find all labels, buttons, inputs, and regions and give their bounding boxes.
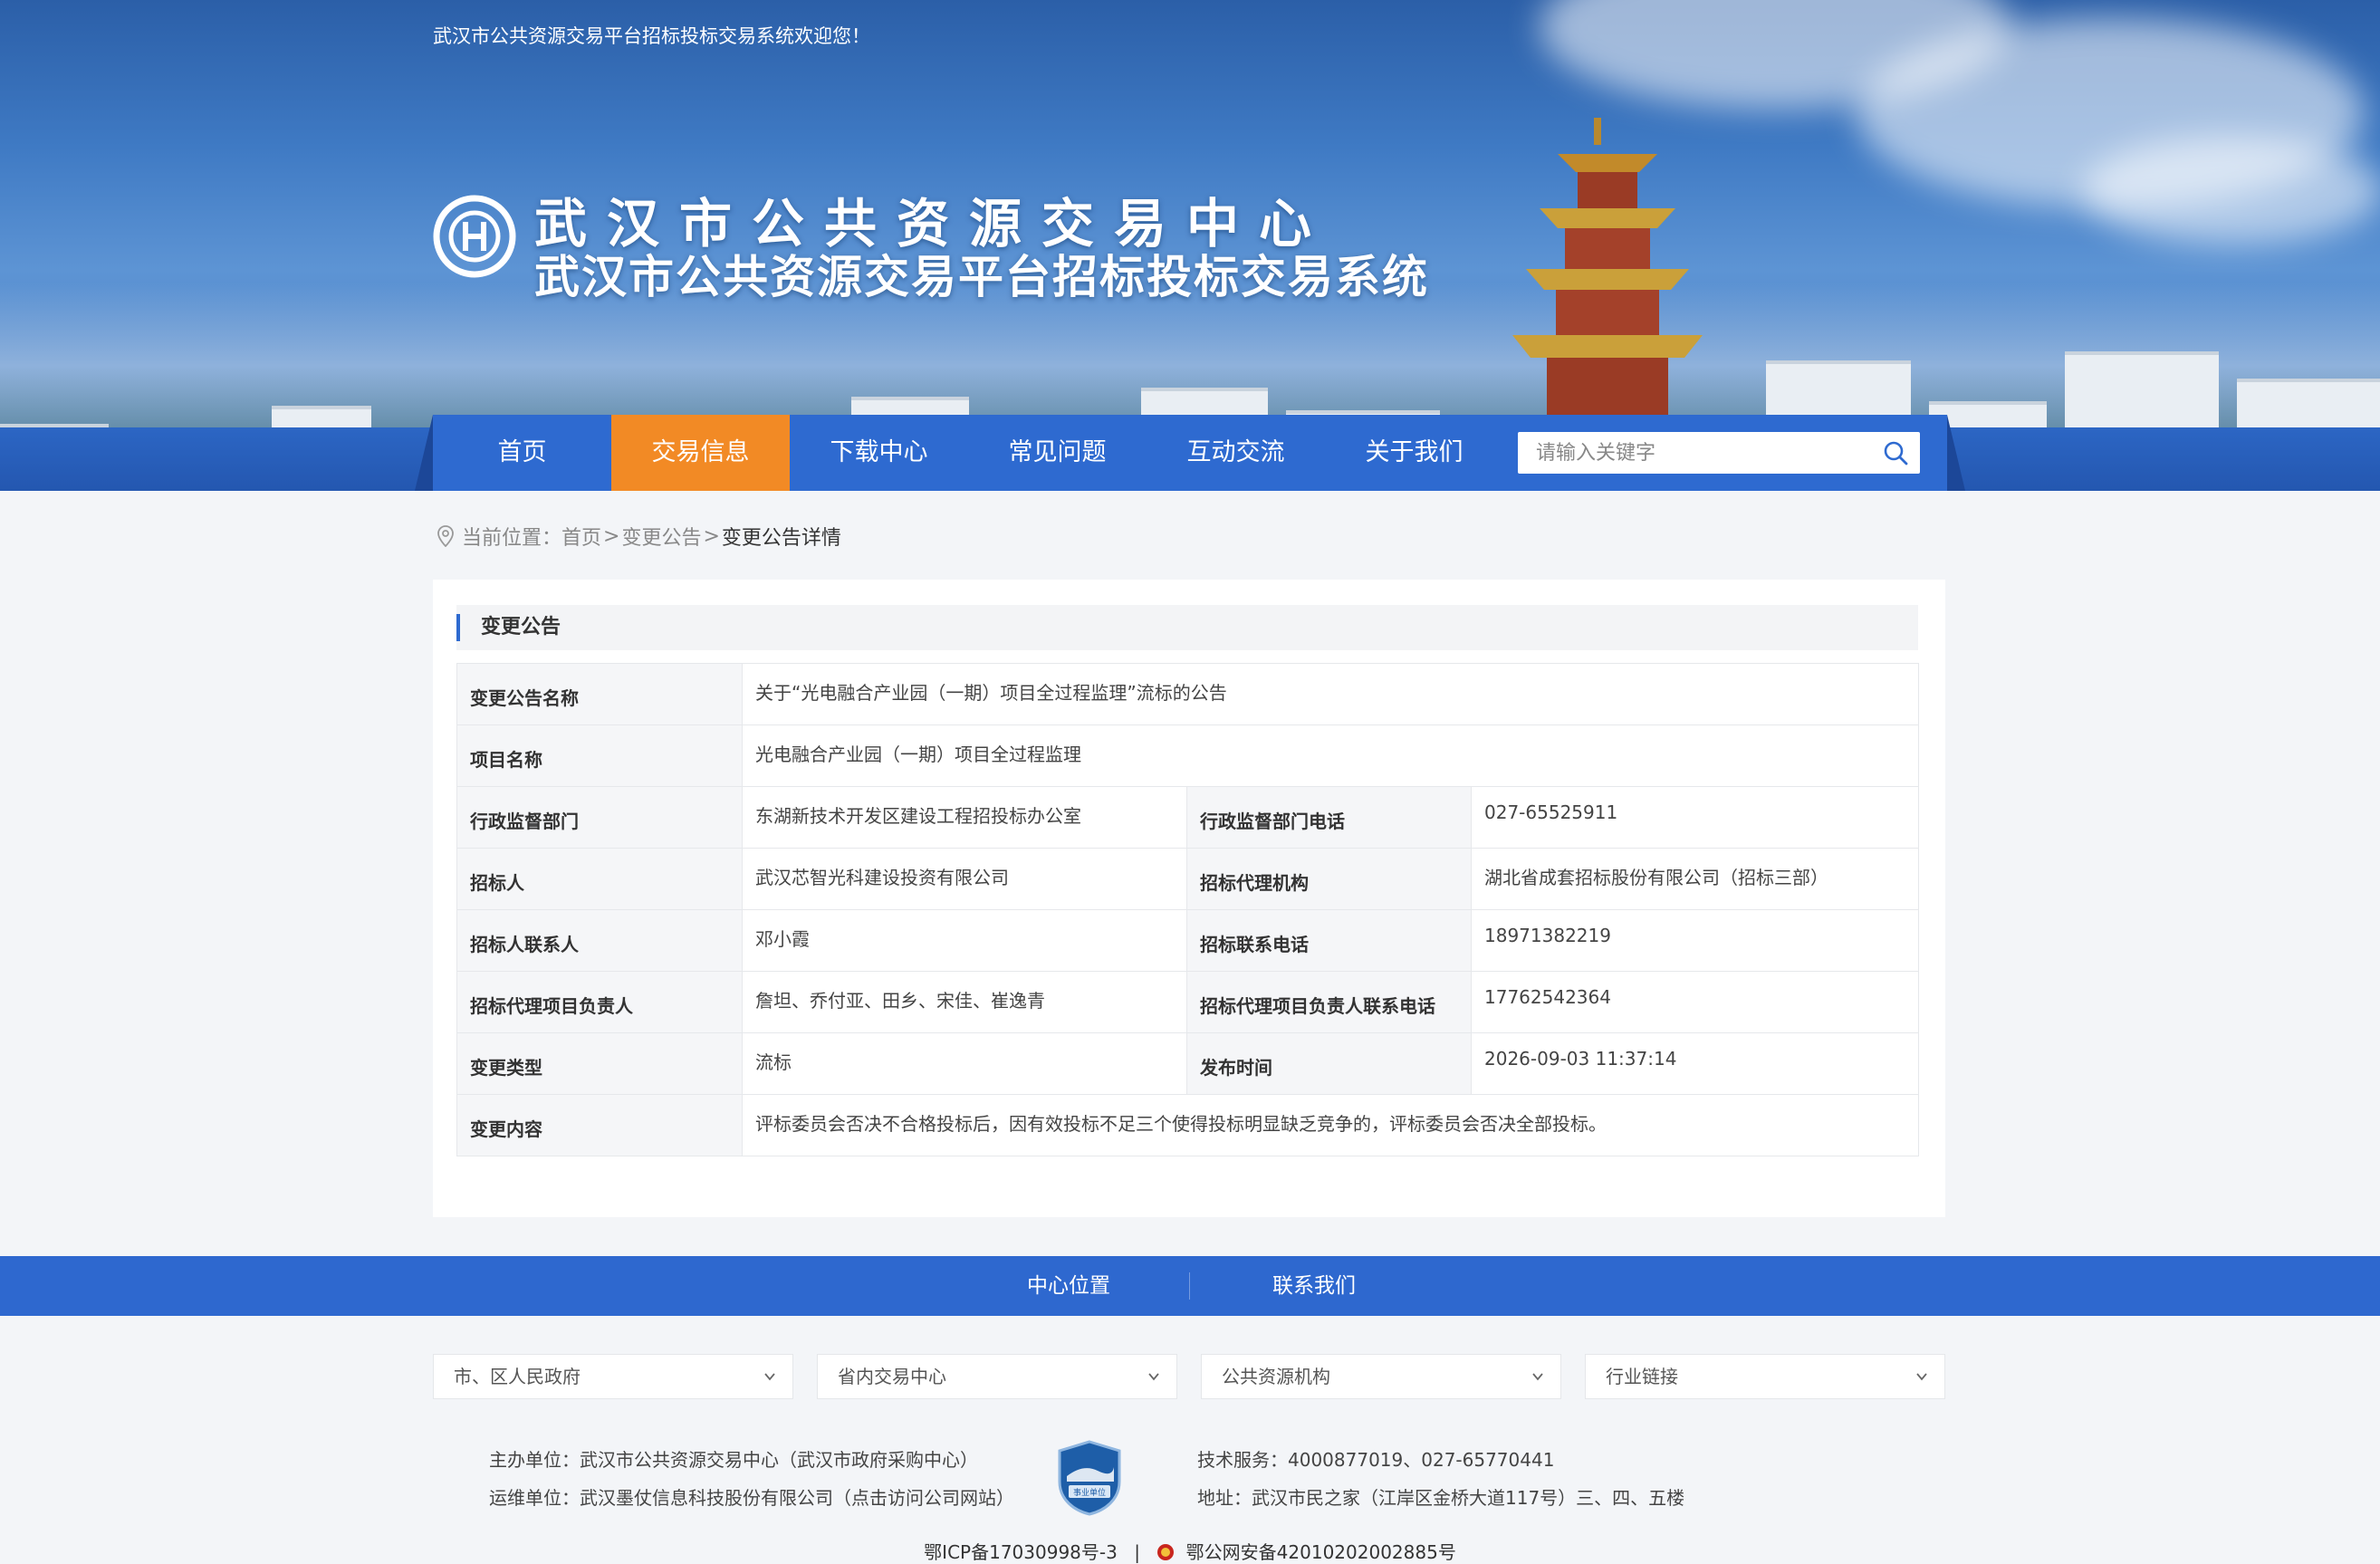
supervision-phone-value: 027-65525911 (1470, 786, 1920, 849)
nav-item-about-us[interactable]: 关于我们 (1325, 415, 1503, 491)
breadcrumb-section-link[interactable]: 变更公告 (621, 522, 701, 551)
contact-value: 邓小霞 (742, 909, 1187, 972)
record-separator: | (1134, 1541, 1140, 1563)
supervision-dept-value: 东湖新技术开发区建设工程招投标办公室 (742, 786, 1187, 849)
icp-record-link[interactable]: 鄂ICP备17030998号-3 (924, 1541, 1118, 1563)
table-row: 招标人联系人 邓小霞 招标联系电话 18971382219 (456, 909, 1920, 972)
panel-header-accent (456, 614, 460, 641)
field-label: 发布时间 (1186, 1032, 1472, 1095)
change-content-value: 评标委员会否决不合格投标后，因有效投标不足三个使得投标明显缺乏竞争的，评标委员会… (741, 1094, 1920, 1156)
wuhan-public-resource-logo-icon (433, 195, 516, 278)
nav-item-interaction[interactable]: 互动交流 (1147, 415, 1325, 491)
select-label: 市、区人民政府 (454, 1366, 581, 1387)
operator-info[interactable]: 运维单位：武汉墨仗信息科技股份有限公司（点击访问公司网站） (489, 1483, 1014, 1510)
project-name-value: 光电融合产业园（一期）项目全过程监理 (741, 724, 1920, 787)
public-institution-badge-icon[interactable]: 事业单位 (1056, 1440, 1123, 1516)
breadcrumb-separator: > (603, 524, 620, 548)
field-label: 招标人联系人 (456, 909, 743, 972)
breadcrumb-current: 变更公告详情 (721, 527, 841, 550)
field-label: 行政监督部门电话 (1186, 786, 1472, 849)
tech-service-info: 技术服务：4000877019、027-65770441 (1197, 1449, 1555, 1471)
chevron-down-icon (1148, 1373, 1159, 1381)
table-row: 行政监督部门 东湖新技术开发区建设工程招投标办公室 行政监督部门电话 027-6… (456, 786, 1920, 849)
chevron-down-icon (1532, 1373, 1543, 1381)
sponsor-info: 主办单位：武汉市公共资源交易中心（武汉市政府采购中心） (489, 1449, 978, 1471)
footer-link-contact[interactable]: 联系我们 (1272, 1256, 1356, 1316)
table-row: 招标人 武汉芯智光科建设投资有限公司 招标代理机构 湖北省成套招标股份有限公司（… (456, 848, 1920, 910)
field-label: 招标代理机构 (1186, 848, 1472, 910)
field-label: 招标人 (456, 848, 743, 910)
agent-lead-phone-value: 17762542364 (1470, 971, 1920, 1033)
field-label: 变更公告名称 (456, 663, 743, 725)
select-industry-links[interactable]: 行业链接 (1585, 1354, 1945, 1399)
location-pin-icon (437, 525, 454, 547)
yellow-crane-tower-illustration (1512, 118, 1703, 417)
breadcrumb: 当前位置： 首页 > 变更公告 > 变更公告详情 (437, 522, 841, 551)
nav-wing-left (415, 415, 433, 491)
field-label: 变更类型 (456, 1032, 743, 1095)
select-provincial-centers[interactable]: 省内交易中心 (817, 1354, 1177, 1399)
nav-item-trade-info[interactable]: 交易信息 (611, 415, 790, 491)
breadcrumb-separator: > (703, 524, 720, 548)
nav-item-home[interactable]: 首页 (433, 415, 611, 491)
chevron-down-icon (1916, 1373, 1927, 1381)
breadcrumb-prefix: 当前位置： (462, 527, 562, 550)
select-label: 省内交易中心 (838, 1366, 946, 1387)
select-district-government[interactable]: 市、区人民政府 (433, 1354, 793, 1399)
nav-item-download-center[interactable]: 下载中心 (790, 415, 968, 491)
panel-title: 变更公告 (481, 616, 561, 638)
notice-detail-table: 变更公告名称 关于“光电融合产业园（一期）项目全过程监理”流标的公告 项目名称 … (456, 663, 1920, 1156)
agent-lead-value: 詹坦、乔付亚、田乡、宋佳、崔逸青 (742, 971, 1187, 1033)
table-row: 项目名称 光电融合产业园（一期）项目全过程监理 (456, 724, 1920, 787)
table-row: 变更类型 流标 发布时间 2026-09-03 11:37:14 (456, 1032, 1920, 1095)
cloud-decoration (2083, 136, 2380, 245)
system-title: 武汉市公共资源交易平台招标投标交易系统 (534, 251, 1429, 303)
nav-item-faq[interactable]: 常见问题 (968, 415, 1147, 491)
search-icon[interactable] (1882, 439, 1909, 466)
nav-wing-right (1947, 415, 1965, 491)
field-label: 招标代理项目负责人 (456, 971, 743, 1033)
field-label: 行政监督部门 (456, 786, 743, 849)
bidder-value: 武汉芯智光科建设投资有限公司 (742, 848, 1187, 910)
publish-time-value: 2026-09-03 11:37:14 (1470, 1032, 1920, 1095)
select-label: 行业链接 (1606, 1366, 1678, 1387)
notice-name-value: 关于“光电融合产业园（一期）项目全过程监理”流标的公告 (741, 663, 1920, 725)
chevron-down-icon (764, 1373, 775, 1381)
footer-link-location[interactable]: 中心位置 (1027, 1256, 1110, 1316)
field-label: 项目名称 (456, 724, 743, 787)
agency-value: 湖北省成套招标股份有限公司（招标三部） (1470, 848, 1920, 910)
contact-phone-value: 18971382219 (1470, 909, 1920, 972)
panel-header: 变更公告 (456, 605, 1918, 650)
select-public-institutions[interactable]: 公共资源机构 (1201, 1354, 1561, 1399)
welcome-text: 武汉市公共资源交易平台招标投标交易系统欢迎您！ (433, 25, 870, 47)
table-row: 变更公告名称 关于“光电融合产业园（一期）项目全过程监理”流标的公告 (456, 663, 1920, 725)
notice-detail-panel: 变更公告 变更公告名称 关于“光电融合产业园（一期）项目全过程监理”流标的公告 … (433, 580, 1945, 1217)
table-row: 招标代理项目负责人 詹坦、乔付亚、田乡、宋佳、崔逸青 招标代理项目负责人联系电话… (456, 971, 1920, 1033)
search-box (1518, 432, 1920, 474)
main-nav: 首页 交易信息 下载中心 常见问题 互动交流 关于我们 (433, 415, 1503, 491)
search-input[interactable] (1518, 432, 1871, 474)
table-row: 变更内容 评标委员会否决不合格投标后，因有效投标不足三个使得投标明显缺乏竞争的，… (456, 1094, 1920, 1156)
breadcrumb-home-link[interactable]: 首页 (561, 522, 601, 551)
select-label: 公共资源机构 (1222, 1366, 1330, 1387)
badge-label: 事业单位 (1073, 1487, 1106, 1498)
police-emblem-icon (1157, 1544, 1175, 1560)
field-label: 招标代理项目负责人联系电话 (1186, 971, 1472, 1033)
police-record-link[interactable]: 鄂公网安备42010202002885号 (1186, 1541, 1456, 1563)
address-info: 地址：武汉市民之家（江岸区金桥大道117号）三、四、五楼 (1197, 1487, 1685, 1509)
field-label: 变更内容 (456, 1094, 743, 1156)
footer-divider (1189, 1272, 1190, 1300)
footer-link-bar: 中心位置 联系我们 (0, 1256, 2380, 1316)
field-label: 招标联系电话 (1186, 909, 1472, 972)
change-type-value: 流标 (742, 1032, 1187, 1095)
